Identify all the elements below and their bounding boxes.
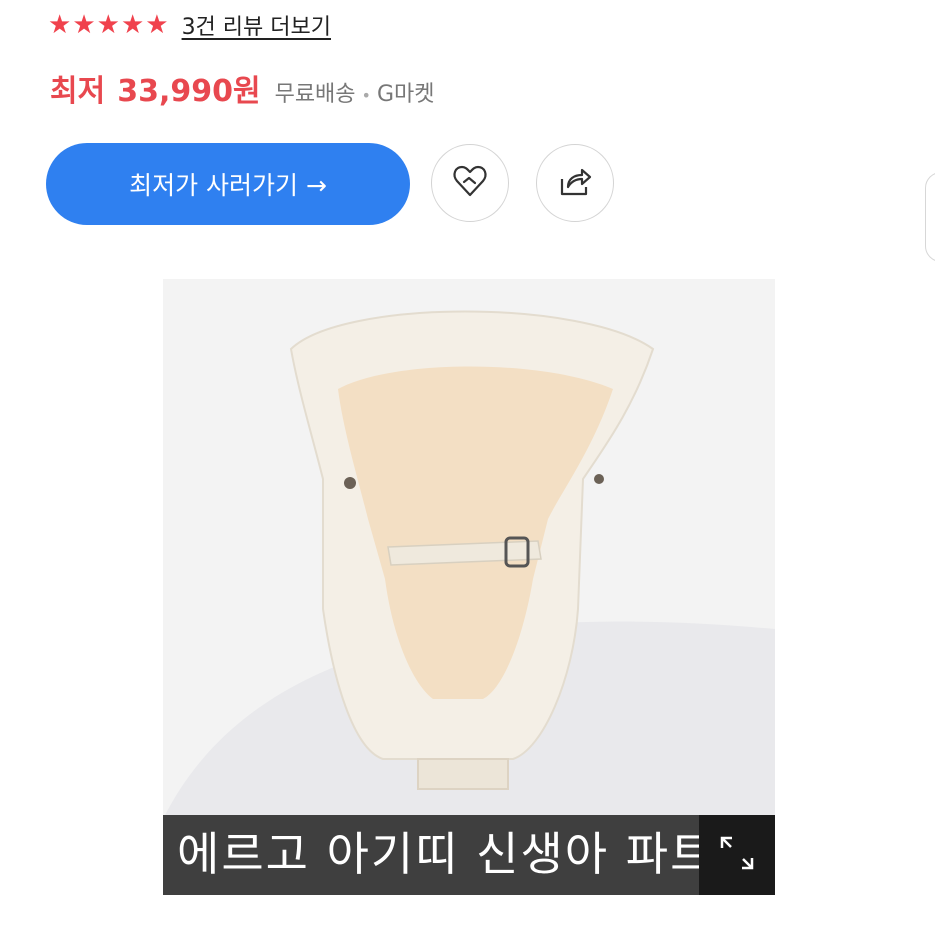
store-name: G마켓 (376, 82, 435, 107)
heart-icon (452, 164, 488, 202)
review-more-link[interactable]: 3건 리뷰 더보기 (182, 9, 331, 41)
rating-row: ★ ★ ★ ★ ★ 3건 리뷰 더보기 (48, 8, 331, 42)
shipping-info: 무료배송 (274, 82, 356, 107)
image-caption: 에르고 아기띠 신생아 파트 (177, 827, 715, 881)
like-button[interactable] (431, 144, 509, 222)
star-icon: ★ (120, 10, 145, 40)
baby-carrier-insert-illustration (163, 279, 775, 895)
price-row: 최저 33,990원 무료배송 • G마켓 (50, 66, 435, 110)
buy-lowest-price-button[interactable]: 최저가 사러가기 → (46, 143, 410, 225)
product-image[interactable] (163, 279, 775, 895)
share-button[interactable] (536, 144, 614, 222)
expand-icon (718, 834, 756, 876)
separator-dot: • (361, 86, 371, 105)
image-caption-bar: 에르고 아기띠 신생아 파트 (163, 815, 775, 895)
floating-side-tab[interactable] (925, 172, 935, 262)
price-value: 33,990원 (117, 74, 261, 109)
expand-button[interactable] (699, 815, 775, 895)
star-icon: ★ (72, 10, 96, 40)
star-icon: ★ (145, 10, 169, 40)
share-icon (558, 165, 592, 201)
star-icon: ★ (48, 10, 72, 40)
lowest-price-label: 최저 (50, 74, 106, 109)
star-rating: ★ ★ ★ ★ ★ (48, 12, 170, 38)
star-icon: ★ (96, 10, 120, 40)
